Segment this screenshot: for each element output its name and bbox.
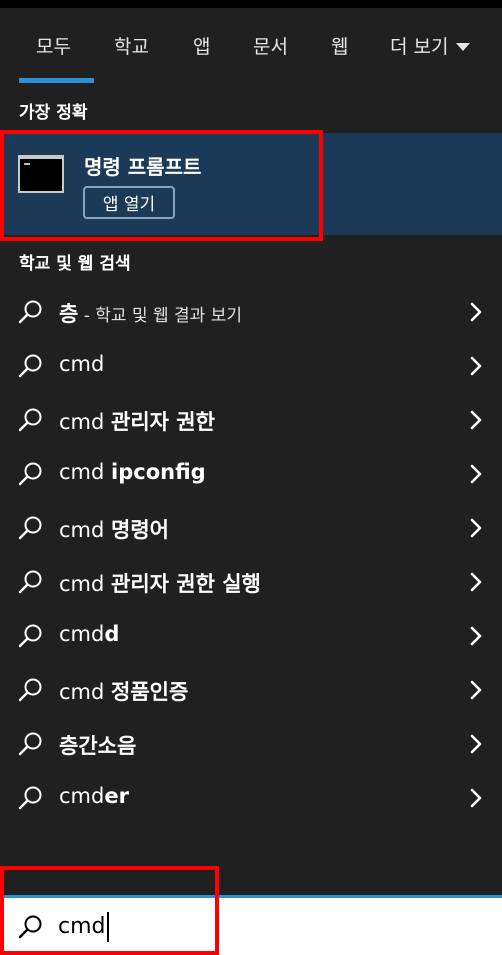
search-input[interactable]: cmd [58,912,109,942]
search-icon [18,732,42,756]
search-result-label: cmd [59,352,104,376]
search-result-row[interactable]: 층간소음 [0,717,502,771]
search-icon [18,300,42,324]
search-input-value: cmd [58,914,106,939]
search-icon [18,354,42,378]
result-plain-text: cmd [59,352,105,376]
tab-documents[interactable]: 문서 [253,32,288,59]
search-icon [18,915,42,939]
top-strip [0,0,502,8]
chevron-right-icon[interactable] [469,409,483,431]
search-result-label: 층 - 학교 및 웹 결과 보기 [59,298,242,328]
search-result-row[interactable]: cmd [0,339,502,393]
search-result-label: cmd 정품인증 [59,676,188,706]
chevron-right-icon[interactable] [469,463,483,485]
tab-all[interactable]: 모두 [36,32,71,59]
text-cursor [106,912,109,942]
search-result-label: cmd 관리자 권한 [59,406,215,436]
search-result-label: cmder [59,784,129,808]
best-match-title: 명령 프롬프트 [84,155,202,179]
tab-more[interactable]: 더 보기 [390,32,471,59]
result-bold-text: 명령어 [111,518,169,542]
search-result-row[interactable]: cmd 정품인증 [0,663,502,717]
search-result-label: cmd 명령어 [59,514,169,544]
search-result-label: cmdd [59,622,119,646]
search-result-row[interactable]: 층 - 학교 및 웹 결과 보기 [0,285,502,339]
tab-school[interactable]: 학교 [114,32,149,59]
best-match-heading: 가장 정확 [19,103,88,123]
result-bold-text: 층 [59,302,79,326]
web-search-heading: 학교 및 웹 검색 [19,254,131,274]
result-plain-text: cmd [59,460,112,484]
search-icon [18,786,42,810]
search-icon [18,624,42,648]
search-icon [18,516,42,540]
command-prompt-icon [18,155,64,193]
result-plain-text: cmd [59,572,112,596]
search-result-row[interactable]: cmdd [0,609,502,663]
filter-tabs: 모두 학교 앱 문서 웹 더 보기 [0,8,502,84]
tab-web[interactable]: 웹 [331,32,348,59]
result-bold-text: er [104,784,129,808]
search-result-row[interactable]: cmd 관리자 권한 [0,393,502,447]
search-result-row[interactable]: cmd 관리자 권한 실행 [0,555,502,609]
chevron-right-icon[interactable] [469,787,483,809]
open-app-button[interactable]: 앱 열기 [83,186,175,219]
chevron-right-icon[interactable] [469,517,483,539]
chevron-right-icon[interactable] [469,733,483,755]
caret-down-icon [456,42,471,51]
result-suffix-text: - 학교 및 웹 결과 보기 [78,306,243,326]
search-icon [18,678,42,702]
search-result-row[interactable]: cmder [0,771,502,825]
result-plain-text: cmd [59,518,112,542]
search-result-label: 층간소음 [59,730,136,760]
search-icon [18,462,42,486]
chevron-right-icon[interactable] [469,679,483,701]
chevron-right-icon[interactable] [469,355,483,377]
result-plain-text: cmd [59,680,112,704]
tab-apps[interactable]: 앱 [193,32,210,59]
chevron-right-icon[interactable] [469,301,483,323]
result-plain-text: cmd [59,410,112,434]
chevron-right-icon[interactable] [469,571,483,593]
result-bold-text: ipconfig [111,460,206,484]
search-icon [18,408,42,432]
chevron-right-icon[interactable] [469,625,483,647]
active-tab-indicator [19,78,94,83]
result-bold-text: 관리자 권한 실행 [111,572,261,596]
result-plain-text: cmd [59,622,105,646]
result-plain-text: cmd [59,784,105,808]
result-bold-text: 층간소음 [59,734,137,758]
search-result-label: cmd ipconfig [59,460,206,484]
search-result-row[interactable]: cmd ipconfig [0,447,502,501]
result-bold-text: d [104,622,120,646]
search-bar[interactable]: cmd [0,895,502,955]
tab-more-label: 더 보기 [390,36,449,58]
search-result-row[interactable]: cmd 명령어 [0,501,502,555]
search-icon [18,570,42,594]
best-match-item[interactable]: 명령 프롬프트 앱 열기 [0,133,502,235]
result-bold-text: 관리자 권한 [111,410,215,434]
search-result-label: cmd 관리자 권한 실행 [59,568,261,598]
result-bold-text: 정품인증 [111,680,189,704]
